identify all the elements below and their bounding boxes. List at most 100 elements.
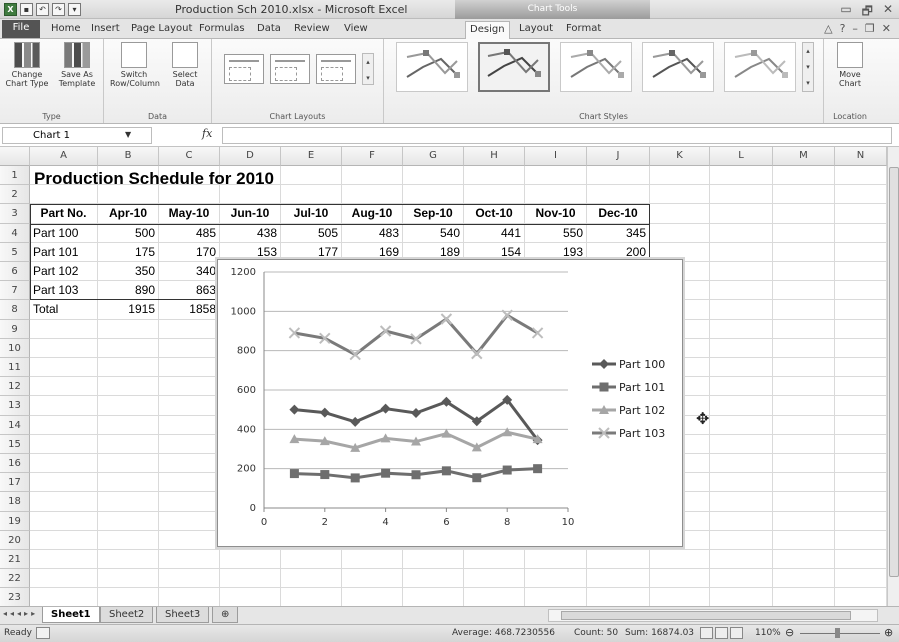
row-header-19[interactable]: 19 — [0, 511, 30, 531]
sheet-nav-arrows[interactable]: ◂◂◂▸▸ — [3, 609, 38, 618]
column-header-f[interactable]: F — [342, 147, 403, 166]
row-header-20[interactable]: 20 — [0, 530, 30, 550]
select-all-corner[interactable] — [0, 147, 30, 166]
column-header-c[interactable]: C — [159, 147, 220, 166]
row-header-12[interactable]: 12 — [0, 377, 30, 397]
insert-function-icon[interactable]: fx — [202, 127, 212, 140]
row-header-17[interactable]: 17 — [0, 473, 30, 493]
tab-formulas[interactable]: Formulas — [195, 21, 249, 39]
table-cell[interactable]: 1858 — [162, 302, 216, 316]
column-header-b[interactable]: B — [98, 147, 159, 166]
redo-icon[interactable]: ↷ — [52, 3, 65, 16]
column-header-m[interactable]: M — [773, 147, 835, 166]
vertical-scroll-thumb[interactable] — [889, 167, 899, 577]
row-header-9[interactable]: 9 — [0, 319, 30, 339]
customize-qat-icon[interactable]: ▾ — [68, 3, 81, 16]
row-header-21[interactable]: 21 — [0, 550, 30, 570]
chart-layouts-more-button[interactable]: ▴ ▾ — [362, 53, 374, 85]
chart-style-1[interactable] — [396, 42, 468, 92]
tab-data[interactable]: Data — [253, 21, 285, 39]
chart-styles-more-button[interactable]: ▴ ▾ ▾ — [802, 42, 814, 92]
normal-view-icon[interactable] — [700, 627, 713, 639]
row-header-14[interactable]: 14 — [0, 415, 30, 435]
tab-design[interactable]: Design — [465, 21, 510, 40]
row-header-5[interactable]: 5 — [0, 242, 30, 262]
save-as-template-button[interactable]: Save As Template — [54, 42, 100, 88]
insert-sheet-button[interactable]: ⊕ — [212, 607, 239, 623]
minimize-ribbon-icon[interactable]: △ — [824, 22, 832, 35]
tab-file[interactable]: File — [2, 20, 40, 38]
tab-page-layout[interactable]: Page Layout — [127, 21, 196, 39]
sheet-tab-2[interactable]: Sheet2 — [100, 607, 154, 623]
column-header-n[interactable]: N — [835, 147, 887, 166]
move-chart-button[interactable]: Move Chart — [830, 42, 870, 88]
zoom-slider[interactable] — [800, 633, 880, 634]
column-header-e[interactable]: E — [281, 147, 342, 166]
chart-layout-2[interactable] — [270, 54, 310, 84]
chart-layout-3[interactable] — [316, 54, 356, 84]
column-header-g[interactable]: G — [403, 147, 464, 166]
formula-input[interactable] — [222, 127, 892, 144]
row-header-6[interactable]: 6 — [0, 262, 30, 282]
column-header-j[interactable]: J — [587, 147, 650, 166]
excel-logo-icon[interactable]: X — [4, 3, 17, 16]
horizontal-scrollbar[interactable] — [548, 609, 878, 622]
workbook-close-icon[interactable]: ✕ — [882, 22, 891, 35]
column-header-l[interactable]: L — [710, 147, 773, 166]
sheet-title-cell[interactable]: Production Schedule for 2010 — [34, 169, 274, 189]
row-header-10[interactable]: 10 — [0, 338, 30, 358]
page-break-view-icon[interactable] — [730, 627, 743, 639]
column-header-i[interactable]: I — [525, 147, 587, 166]
column-header-d[interactable]: D — [220, 147, 281, 166]
row-header-2[interactable]: 2 — [0, 185, 30, 205]
row-header-18[interactable]: 18 — [0, 492, 30, 512]
row-header-11[interactable]: 11 — [0, 358, 30, 378]
select-data-button[interactable]: Select Data — [162, 42, 208, 88]
undo-icon[interactable]: ↶ — [36, 3, 49, 16]
zoom-level[interactable]: 110% — [755, 628, 781, 638]
row-header-8[interactable]: 8 — [0, 300, 30, 320]
save-icon[interactable]: ▪ — [20, 3, 33, 16]
chart-style-4[interactable] — [642, 42, 714, 92]
chart-layout-1[interactable] — [224, 54, 264, 84]
workbook-minimize-icon[interactable]: – — [852, 22, 858, 35]
tab-layout[interactable]: Layout — [515, 21, 557, 39]
zoom-slider-knob[interactable] — [835, 628, 840, 638]
change-chart-type-button[interactable]: Change Chart Type — [4, 42, 50, 88]
sheet-tab-1[interactable]: Sheet1 — [42, 607, 100, 623]
row-header-3[interactable]: 3 — [0, 204, 30, 224]
chart-style-5[interactable] — [724, 42, 796, 92]
row-header-1[interactable]: 1 — [0, 166, 30, 186]
row-header-7[interactable]: 7 — [0, 281, 30, 301]
worksheet-grid[interactable]: ABCDEFGHIJKLMN 1 2 3 4 5 6 7 8 9 10 11 12 13 14 15 16 17… — [0, 147, 887, 606]
workbook-restore-icon[interactable]: ❐ — [865, 22, 875, 35]
column-header-h[interactable]: H — [464, 147, 525, 166]
page-layout-view-icon[interactable] — [715, 627, 728, 639]
table-cell[interactable]: 1915 — [101, 302, 155, 316]
row-header-22[interactable]: 22 — [0, 569, 30, 589]
zoom-out-icon[interactable]: ⊖ — [785, 626, 794, 639]
embedded-chart[interactable]: 0 200 400 600 800 1000 1200 0 2 4 6 8 10 Part 100 Part… — [217, 259, 683, 547]
row-header-4[interactable]: 4 — [0, 223, 30, 243]
row-header-16[interactable]: 16 — [0, 454, 30, 474]
row-header-15[interactable]: 15 — [0, 434, 30, 454]
column-header-a[interactable]: A — [30, 147, 98, 166]
vertical-scrollbar[interactable] — [887, 147, 899, 606]
macro-record-icon[interactable] — [36, 627, 50, 639]
zoom-in-icon[interactable]: ⊕ — [884, 626, 893, 639]
row-header-13[interactable]: 13 — [0, 396, 30, 416]
name-box-dropdown-icon[interactable]: ▼ — [125, 130, 131, 139]
tab-format[interactable]: Format — [562, 21, 605, 39]
switch-row-column-button[interactable]: Switch Row/Column — [110, 42, 160, 88]
horizontal-scroll-thumb[interactable] — [561, 611, 851, 620]
tab-home[interactable]: Home — [47, 21, 85, 39]
tab-review[interactable]: Review — [290, 21, 334, 39]
tab-view[interactable]: View — [340, 21, 372, 39]
chart-style-2[interactable] — [478, 42, 550, 92]
tab-insert[interactable]: Insert — [87, 21, 124, 39]
column-header-k[interactable]: K — [650, 147, 710, 166]
table-cell[interactable]: Total — [33, 302, 94, 316]
row-header-23[interactable]: 23 — [0, 588, 30, 606]
sheet-tab-3[interactable]: Sheet3 — [156, 607, 210, 623]
chart-style-3[interactable] — [560, 42, 632, 92]
